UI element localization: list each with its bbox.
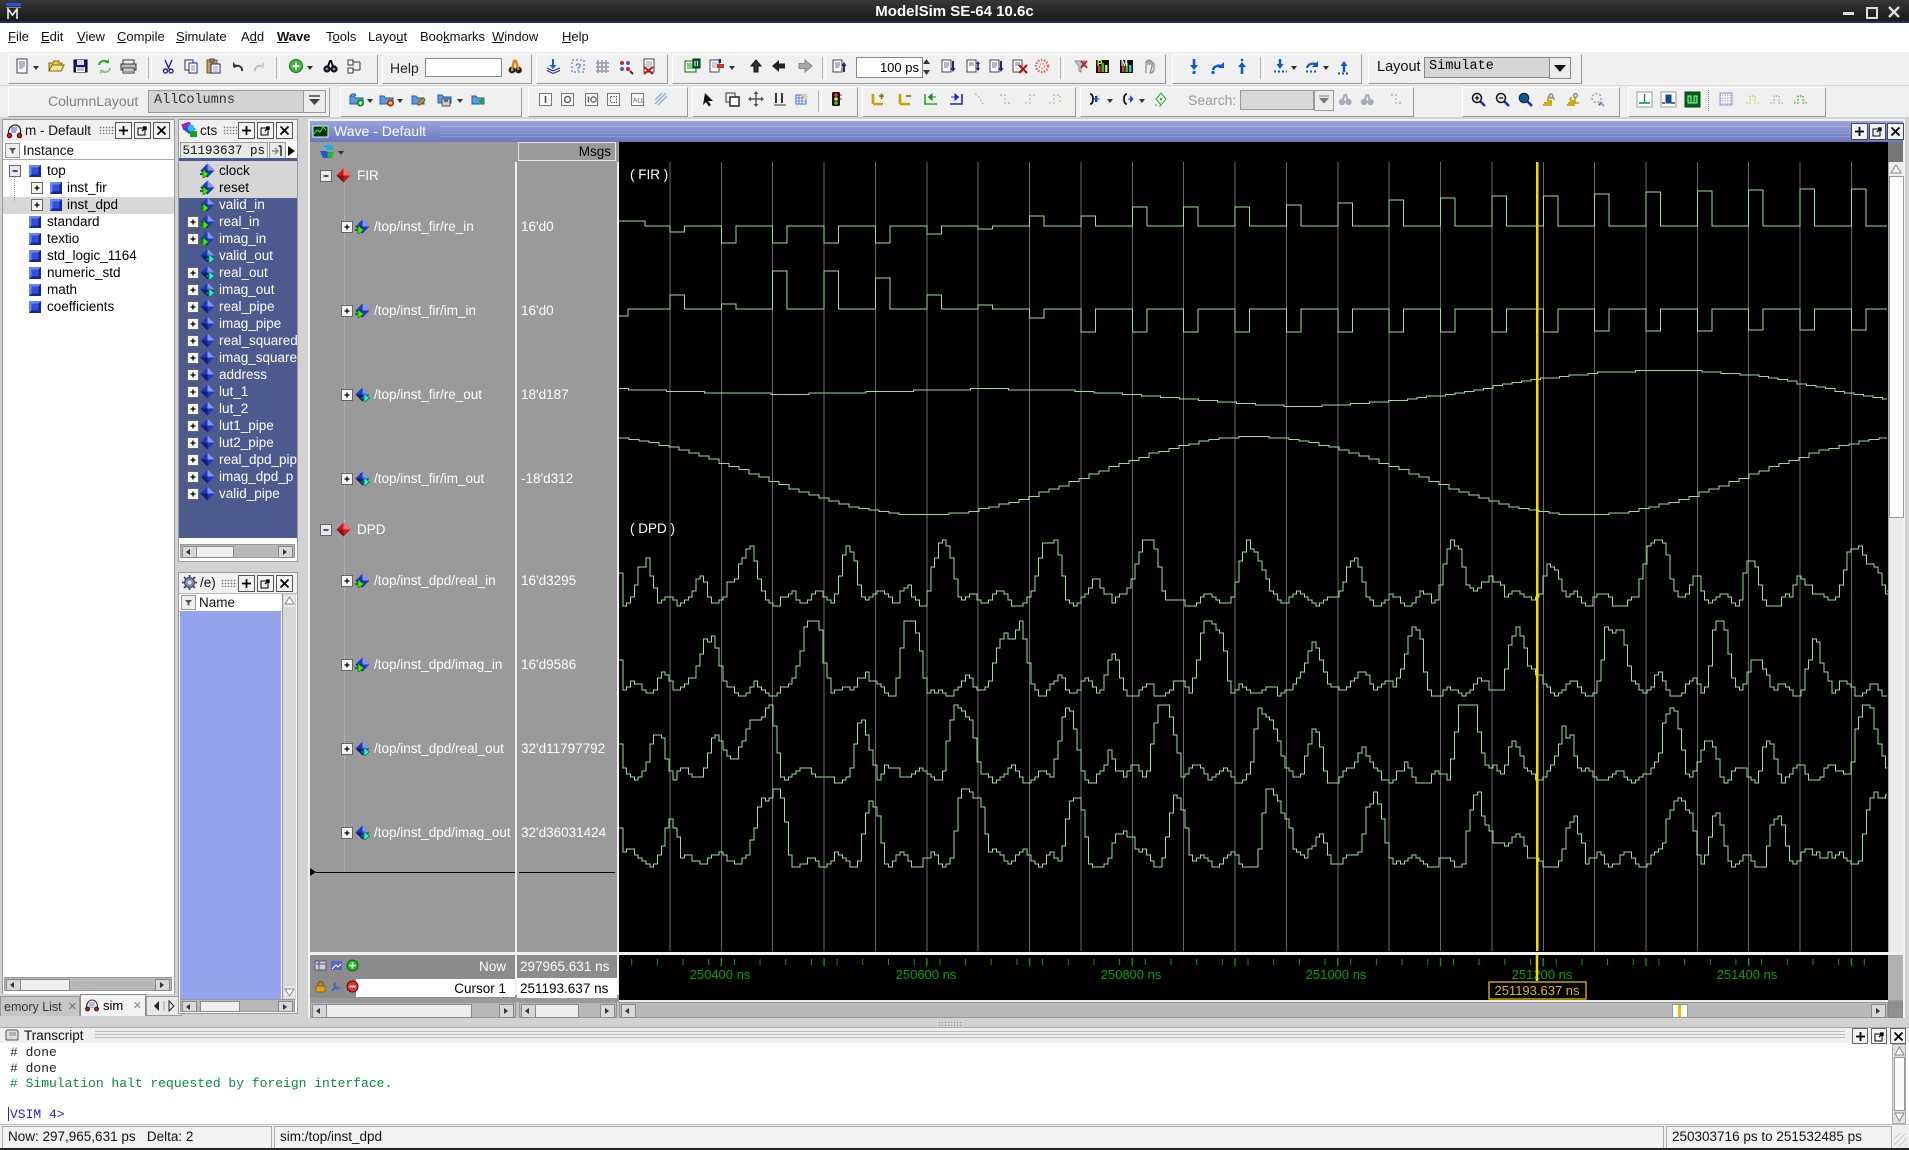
svg-text:250400 ns: 250400 ns (690, 967, 751, 981)
svg-text:251400 ns: 251400 ns (1717, 967, 1778, 981)
svg-text:( FIR ): ( FIR ) (630, 167, 668, 182)
svg-text:251200 ns: 251200 ns (1512, 967, 1573, 981)
svg-text:( DPD ): ( DPD ) (630, 521, 675, 536)
svg-text:ALL: ALL (633, 98, 645, 105)
svg-text:?: ? (575, 62, 581, 74)
svg-text:250800 ns: 250800 ns (1101, 967, 1162, 981)
svg-text:251000 ns: 251000 ns (1306, 967, 1367, 981)
svg-text:M: M (1121, 59, 1128, 68)
svg-text:250600 ns: 250600 ns (896, 967, 957, 981)
svg-text:P: P (1097, 59, 1103, 68)
svg-text:251193.637 ns: 251193.637 ns (1494, 983, 1580, 998)
